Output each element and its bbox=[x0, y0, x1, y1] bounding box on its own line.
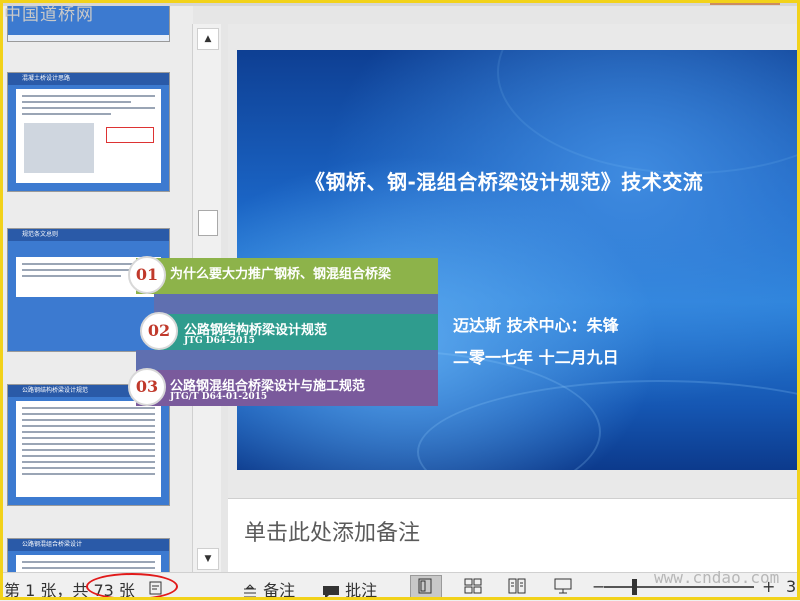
thumbnail-header: 规范条文总则 bbox=[8, 229, 169, 241]
slideshow-icon bbox=[554, 578, 572, 594]
comments-button-label: 批注 bbox=[345, 581, 378, 600]
title-bar-accent bbox=[710, 0, 780, 5]
notes-button-label: 备注 bbox=[263, 581, 296, 600]
slide-sorter-button[interactable] bbox=[458, 575, 490, 599]
scroll-up-button[interactable]: ▲ bbox=[197, 28, 219, 50]
comment-icon bbox=[323, 585, 339, 599]
slide-thumbnail[interactable]: 公路钢混组合桥梁设计 bbox=[7, 538, 170, 572]
thumbnail-header: 混凝土桥设计思路 bbox=[8, 73, 169, 85]
thumbnail-content bbox=[16, 555, 161, 572]
notes-button[interactable]: 备注 bbox=[242, 577, 295, 601]
agenda-item-code: JTG D64-2015 bbox=[184, 336, 255, 346]
thumbnail-callout bbox=[106, 127, 154, 143]
zoom-slider-knob[interactable] bbox=[632, 579, 637, 595]
normal-view-icon bbox=[418, 578, 432, 594]
highlight-annotation bbox=[86, 573, 178, 600]
agenda-item-3: 公路钢混组合桥梁设计与施工规范 JTG/T D64-01-2015 bbox=[136, 370, 438, 406]
zoom-level[interactable]: 3 bbox=[786, 577, 796, 596]
slide-decoration bbox=[497, 50, 800, 174]
agenda-graphic: 为什么要大力推广钢桥、钢混组合桥梁 公路钢结构桥梁设计规范 JTG D64-20… bbox=[128, 256, 440, 416]
scroll-down-button[interactable]: ▼ bbox=[197, 548, 219, 570]
slide-sorter-icon bbox=[464, 578, 482, 594]
agenda-divider bbox=[154, 294, 438, 314]
slide-thumbnail[interactable]: 混凝土桥设计思路 bbox=[7, 72, 170, 192]
slide-date[interactable]: 二零一七年 十二月九日 bbox=[453, 344, 619, 368]
agenda-item-title: 为什么要大力推广钢桥、钢混组合桥梁 bbox=[170, 267, 392, 282]
slideshow-button[interactable] bbox=[548, 575, 580, 599]
reading-view-icon bbox=[508, 578, 526, 594]
site-watermark-bottom: www.cndao.com bbox=[654, 568, 780, 587]
thumbnail-footer bbox=[8, 35, 169, 41]
notes-icon bbox=[244, 583, 256, 597]
agenda-item-1: 为什么要大力推广钢桥、钢混组合桥梁 bbox=[136, 258, 438, 294]
scroll-thumb[interactable] bbox=[198, 210, 218, 236]
notes-placeholder[interactable]: 单击此处添加备注 bbox=[244, 515, 420, 547]
reading-view-button[interactable] bbox=[502, 575, 534, 599]
slide-author[interactable]: 迈达斯 技术中心：朱锋 bbox=[453, 312, 619, 336]
agenda-number-badge: 01 bbox=[128, 256, 166, 294]
slide-title[interactable]: 《钢桥、钢-混组合桥梁设计规范》技术交流 bbox=[305, 166, 703, 195]
agenda-item-2: 公路钢结构桥梁设计规范 JTG D64-2015 bbox=[154, 314, 438, 350]
thumbnail-header: 公路钢混组合桥梁设计 bbox=[8, 539, 169, 551]
thumbnail-diagram bbox=[24, 123, 94, 173]
agenda-divider bbox=[136, 350, 438, 370]
site-watermark-top: 中国道桥网 bbox=[4, 5, 94, 25]
agenda-number-badge: 02 bbox=[140, 312, 178, 350]
comments-button[interactable]: 批注 bbox=[322, 577, 377, 601]
agenda-number-badge: 03 bbox=[128, 368, 166, 406]
agenda-item-code: JTG/T D64-01-2015 bbox=[170, 392, 268, 402]
thumbnail-content bbox=[16, 89, 161, 183]
notes-pane[interactable]: 单击此处添加备注 bbox=[228, 498, 800, 573]
normal-view-button[interactable] bbox=[410, 575, 442, 599]
